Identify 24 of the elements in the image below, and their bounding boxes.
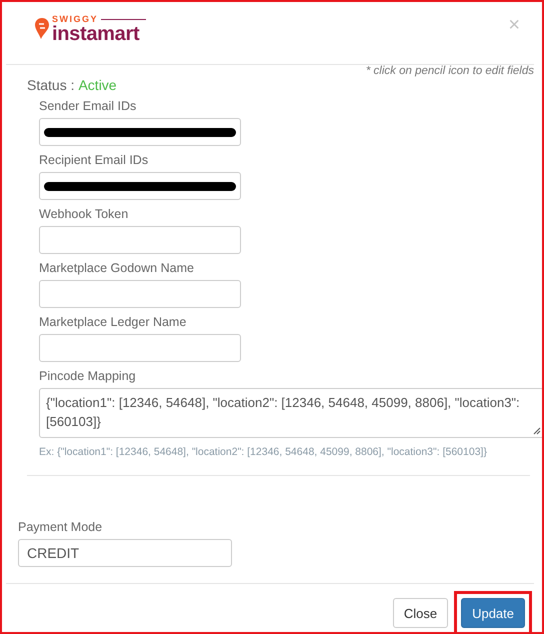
input-field[interactable] [39,226,241,254]
field-label: Sender Email IDs [39,99,138,114]
input-field[interactable] [39,172,241,200]
status-label: Status : [27,77,74,93]
brand-name: SWIGGY [52,14,98,24]
input-field[interactable] [39,334,241,362]
field-label: Marketplace Godown Name [39,261,195,276]
edit-note: * click on pencil icon to edit fields [366,65,534,77]
field-label: Marketplace Ledger Name [39,315,188,330]
close-button[interactable]: Close [392,598,448,628]
resize-grip-icon[interactable] [533,427,541,435]
field-label: Webhook Token [39,207,130,222]
status-value: Active [78,77,117,93]
field-label: Recipient Email IDs [39,153,150,168]
pin-logo-icon [35,18,49,40]
product-name: instamart [52,24,140,44]
payment-mode-field[interactable]: CREDIT [18,539,232,567]
example-hint: Ex: {"location1": [12346, 54648], "location2": [12346, 54648, 45099, 8806], "location3": [560103]} [39,446,488,458]
pincode-textarea[interactable]: {"location1": [12346, 54648], "location2": [12346, 54648, 45099, 8806], "location3": [560103]} [39,388,542,438]
field-label: Pincode Mapping [39,369,137,384]
input-field[interactable] [39,118,241,146]
input-field[interactable] [39,280,241,308]
field-label: Payment Mode [18,520,104,535]
update-button[interactable]: Update [461,598,525,628]
